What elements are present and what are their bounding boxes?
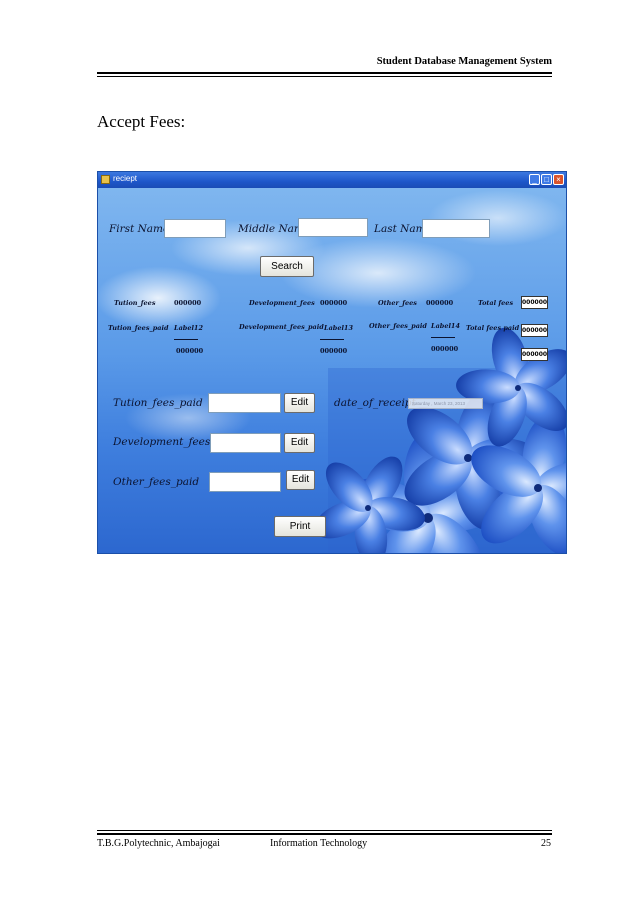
window-titlebar: reciept _ □ × [98,172,566,188]
date-of-receipt-picker[interactable]: Saturday , March 23, 2013 [408,398,483,409]
other-fees-edit-button[interactable]: Edit [286,470,315,490]
development-fees-paid-underline [320,339,344,340]
footer-rule [97,830,552,831]
first-name-label: First Name [109,223,170,235]
other-fees-paid-value: Label14 [431,322,460,330]
other-fees-label: Other_fees [378,299,417,307]
footer-page-number: 25 [541,838,551,849]
other-fees-value: 000000 [426,299,454,307]
other-fees-paid-label: Other_fees_paid [369,322,427,330]
development-fees-label: Development_fees [249,299,315,307]
total-fees-paid-label: Total fees paid [466,324,520,332]
development-fees-paid-input[interactable] [210,433,281,453]
window-client-area: First Name Middle Name Last Name Search … [98,188,566,553]
development-fees-paid-label: Development_fees_paid [239,323,324,331]
tution-fees-value: 000000 [174,299,202,307]
total-fees-paid-amount: 000000 [521,348,548,361]
total-fees-paid-value: 000000 [521,324,548,337]
maximize-button[interactable]: □ [541,174,552,185]
header-rule [97,72,552,74]
total-fees-value: 000000 [521,296,548,309]
last-name-input[interactable] [422,219,490,238]
development-fees-edit-button[interactable]: Edit [284,433,315,453]
other-fees-paid-amount: 000000 [431,345,459,353]
footer-rule [97,833,552,835]
total-fees-label: Total fees [478,299,514,307]
receipt-window: reciept _ □ × First Name Middle Name Las… [97,171,567,554]
first-name-input[interactable] [164,219,226,238]
tution-fees-paid-amount: 000000 [176,347,204,355]
date-of-receipt-label: date_of_receipt [334,397,416,409]
tution-fees-label: Tution_fees [114,299,156,307]
tution-fees-paid-entry-label: Tution_fees_paid [113,397,203,409]
development-fees-paid-value: Label13 [324,324,353,332]
tution-fees-paid-value: Label12 [174,324,203,332]
other-fees-paid-input[interactable] [209,472,281,492]
middle-name-input[interactable] [298,218,368,237]
development-fees-value: 000000 [320,299,348,307]
minimize-button[interactable]: _ [529,174,540,185]
section-heading: Accept Fees: [97,112,186,131]
search-button[interactable]: Search [260,256,314,277]
tution-fees-edit-button[interactable]: Edit [284,393,315,413]
print-button[interactable]: Print [274,516,326,537]
tution-fees-paid-underline [174,339,198,340]
app-icon [101,175,110,184]
window-title: reciept [113,174,138,183]
tution-fees-paid-input[interactable] [208,393,281,413]
close-button[interactable]: × [553,174,564,185]
development-fees-paid-amount: 000000 [320,347,348,355]
tution-fees-paid-label: Tution_fees_paid [108,324,169,332]
other-fees-paid-underline [431,337,455,338]
footer-department: Information Technology [270,838,368,849]
page-header-title: Student Database Management System [376,56,552,67]
header-rule [97,76,552,77]
other-fees-paid-entry-label: Other_fees_paid [113,476,200,488]
flower-background-image [314,327,566,553]
footer-institution: T.B.G.Polytechnic, Ambajogai [97,838,220,849]
